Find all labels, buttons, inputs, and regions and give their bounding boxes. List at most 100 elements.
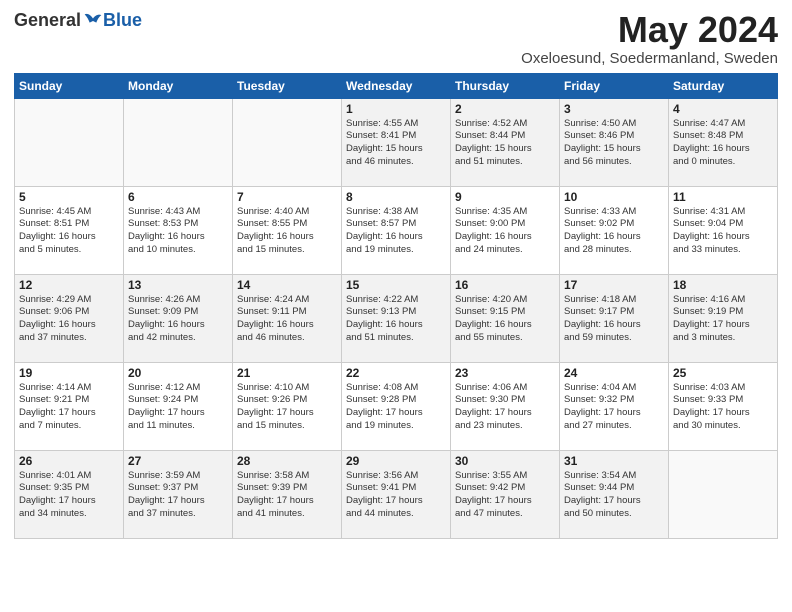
day-info: Sunrise: 3:58 AM Sunset: 9:39 PM Dayligh… (237, 470, 337, 521)
day-number: 15 (346, 278, 446, 292)
title-section: May 2024 Oxeloesund, Soedermanland, Swed… (521, 10, 778, 67)
calendar-row: 12Sunrise: 4:29 AM Sunset: 9:06 PM Dayli… (15, 274, 778, 362)
day-info: Sunrise: 4:45 AM Sunset: 8:51 PM Dayligh… (19, 206, 119, 257)
table-row: 3Sunrise: 4:50 AM Sunset: 8:46 PM Daylig… (560, 98, 669, 186)
day-number: 21 (237, 366, 337, 380)
table-row (15, 98, 124, 186)
day-info: Sunrise: 4:16 AM Sunset: 9:19 PM Dayligh… (673, 294, 773, 345)
table-row: 21 Sunrise: 4:10 AM Sunset: 9:26 PM Dayli… (233, 362, 342, 450)
table-row: 15 Sunrise: 4:22 AM Sunset: 9:13 PM Dayli… (342, 274, 451, 362)
day-info: Sunrise: 4:24 AM Sunset: 9:11 PM Dayligh… (237, 294, 337, 345)
table-row: 14 Sunrise: 4:24 AM Sunset: 9:11 PM Dayli… (233, 274, 342, 362)
page: General Blue May 2024 Oxeloesund, Soeder… (0, 0, 792, 549)
day-info: Sunrise: 3:56 AM Sunset: 9:41 PM Dayligh… (346, 470, 446, 521)
table-row: 20 Sunrise: 4:12 AM Sunset: 9:24 PM Dayli… (124, 362, 233, 450)
day-info: Sunrise: 4:47 AM Sunset: 8:48 PM Dayligh… (673, 118, 773, 169)
month-title: May 2024 (521, 10, 778, 50)
col-thursday: Thursday (451, 73, 560, 98)
day-number: 13 (128, 278, 228, 292)
day-number: 4 (673, 102, 773, 116)
table-row: 2 Sunrise: 4:52 AM Sunset: 8:44 PM Daylig… (451, 98, 560, 186)
calendar-row: 1 Sunrise: 4:55 AM Sunset: 8:41 PM Daylig… (15, 98, 778, 186)
day-info: Sunrise: 4:40 AM Sunset: 8:55 PM Dayligh… (237, 206, 337, 257)
table-row: 27 Sunrise: 3:59 AM Sunset: 9:37 PM Dayli… (124, 450, 233, 538)
day-info: Sunrise: 4:22 AM Sunset: 9:13 PM Dayligh… (346, 294, 446, 345)
day-info: Sunrise: 4:43 AM Sunset: 8:53 PM Dayligh… (128, 206, 228, 257)
day-info: Sunrise: 4:33 AM Sunset: 9:02 PM Dayligh… (564, 206, 664, 257)
col-monday: Monday (124, 73, 233, 98)
table-row: 26Sunrise: 4:01 AM Sunset: 9:35 PM Dayli… (15, 450, 124, 538)
logo-general-text: General (14, 10, 81, 31)
day-info: Sunrise: 4:03 AM Sunset: 9:33 PM Dayligh… (673, 382, 773, 433)
table-row: 9Sunrise: 4:35 AM Sunset: 9:00 PM Daylig… (451, 186, 560, 274)
table-row (669, 450, 778, 538)
table-row: 1 Sunrise: 4:55 AM Sunset: 8:41 PM Daylig… (342, 98, 451, 186)
day-number: 11 (673, 190, 773, 204)
day-info: Sunrise: 4:52 AM Sunset: 8:44 PM Dayligh… (455, 118, 555, 169)
day-number: 5 (19, 190, 119, 204)
day-number: 26 (19, 454, 119, 468)
day-number: 14 (237, 278, 337, 292)
table-row: 18Sunrise: 4:16 AM Sunset: 9:19 PM Dayli… (669, 274, 778, 362)
day-number: 23 (455, 366, 555, 380)
day-info: Sunrise: 4:50 AM Sunset: 8:46 PM Dayligh… (564, 118, 664, 169)
day-info: Sunrise: 4:14 AM Sunset: 9:21 PM Dayligh… (19, 382, 119, 433)
table-row: 30Sunrise: 3:55 AM Sunset: 9:42 PM Dayli… (451, 450, 560, 538)
day-info: Sunrise: 4:08 AM Sunset: 9:28 PM Dayligh… (346, 382, 446, 433)
logo-blue-text: Blue (103, 10, 142, 31)
calendar-row: 26Sunrise: 4:01 AM Sunset: 9:35 PM Dayli… (15, 450, 778, 538)
col-saturday: Saturday (669, 73, 778, 98)
day-number: 8 (346, 190, 446, 204)
day-info: Sunrise: 4:12 AM Sunset: 9:24 PM Dayligh… (128, 382, 228, 433)
table-row: 17Sunrise: 4:18 AM Sunset: 9:17 PM Dayli… (560, 274, 669, 362)
table-row (124, 98, 233, 186)
header-row: Sunday Monday Tuesday Wednesday Thursday… (15, 73, 778, 98)
day-info: Sunrise: 4:04 AM Sunset: 9:32 PM Dayligh… (564, 382, 664, 433)
table-row: 7 Sunrise: 4:40 AM Sunset: 8:55 PM Daylig… (233, 186, 342, 274)
day-info: Sunrise: 4:06 AM Sunset: 9:30 PM Dayligh… (455, 382, 555, 433)
table-row: 24 Sunrise: 4:04 AM Sunset: 9:32 PM Dayli… (560, 362, 669, 450)
day-number: 2 (455, 102, 555, 116)
day-number: 29 (346, 454, 446, 468)
table-row: 31Sunrise: 3:54 AM Sunset: 9:44 PM Dayli… (560, 450, 669, 538)
location: Oxeloesund, Soedermanland, Sweden (521, 50, 778, 67)
table-row: 12Sunrise: 4:29 AM Sunset: 9:06 PM Dayli… (15, 274, 124, 362)
day-number: 16 (455, 278, 555, 292)
day-number: 10 (564, 190, 664, 204)
col-wednesday: Wednesday (342, 73, 451, 98)
calendar-row: 19Sunrise: 4:14 AM Sunset: 9:21 PM Dayli… (15, 362, 778, 450)
table-row: 8 Sunrise: 4:38 AM Sunset: 8:57 PM Daylig… (342, 186, 451, 274)
table-row: 4 Sunrise: 4:47 AM Sunset: 8:48 PM Daylig… (669, 98, 778, 186)
col-sunday: Sunday (15, 73, 124, 98)
table-row: 13 Sunrise: 4:26 AM Sunset: 9:09 PM Dayli… (124, 274, 233, 362)
day-info: Sunrise: 4:31 AM Sunset: 9:04 PM Dayligh… (673, 206, 773, 257)
day-number: 27 (128, 454, 228, 468)
table-row: 19Sunrise: 4:14 AM Sunset: 9:21 PM Dayli… (15, 362, 124, 450)
day-info: Sunrise: 4:20 AM Sunset: 9:15 PM Dayligh… (455, 294, 555, 345)
day-info: Sunrise: 3:59 AM Sunset: 9:37 PM Dayligh… (128, 470, 228, 521)
day-number: 20 (128, 366, 228, 380)
table-row: 6Sunrise: 4:43 AM Sunset: 8:53 PM Daylig… (124, 186, 233, 274)
logo: General Blue (14, 10, 142, 31)
day-info: Sunrise: 4:29 AM Sunset: 9:06 PM Dayligh… (19, 294, 119, 345)
col-friday: Friday (560, 73, 669, 98)
day-number: 22 (346, 366, 446, 380)
day-info: Sunrise: 4:55 AM Sunset: 8:41 PM Dayligh… (346, 118, 446, 169)
day-number: 1 (346, 102, 446, 116)
table-row (233, 98, 342, 186)
day-number: 30 (455, 454, 555, 468)
day-number: 17 (564, 278, 664, 292)
day-info: Sunrise: 4:26 AM Sunset: 9:09 PM Dayligh… (128, 294, 228, 345)
table-row: 16 Sunrise: 4:20 AM Sunset: 9:15 PM Dayli… (451, 274, 560, 362)
table-row: 25Sunrise: 4:03 AM Sunset: 9:33 PM Dayli… (669, 362, 778, 450)
day-number: 7 (237, 190, 337, 204)
logo-bird-icon (83, 11, 103, 31)
day-info: Sunrise: 4:38 AM Sunset: 8:57 PM Dayligh… (346, 206, 446, 257)
day-number: 9 (455, 190, 555, 204)
col-tuesday: Tuesday (233, 73, 342, 98)
day-number: 24 (564, 366, 664, 380)
day-info: Sunrise: 4:10 AM Sunset: 9:26 PM Dayligh… (237, 382, 337, 433)
table-row: 10 Sunrise: 4:33 AM Sunset: 9:02 PM Dayli… (560, 186, 669, 274)
table-row: 29 Sunrise: 3:56 AM Sunset: 9:41 PM Dayli… (342, 450, 451, 538)
calendar: Sunday Monday Tuesday Wednesday Thursday… (14, 73, 778, 539)
